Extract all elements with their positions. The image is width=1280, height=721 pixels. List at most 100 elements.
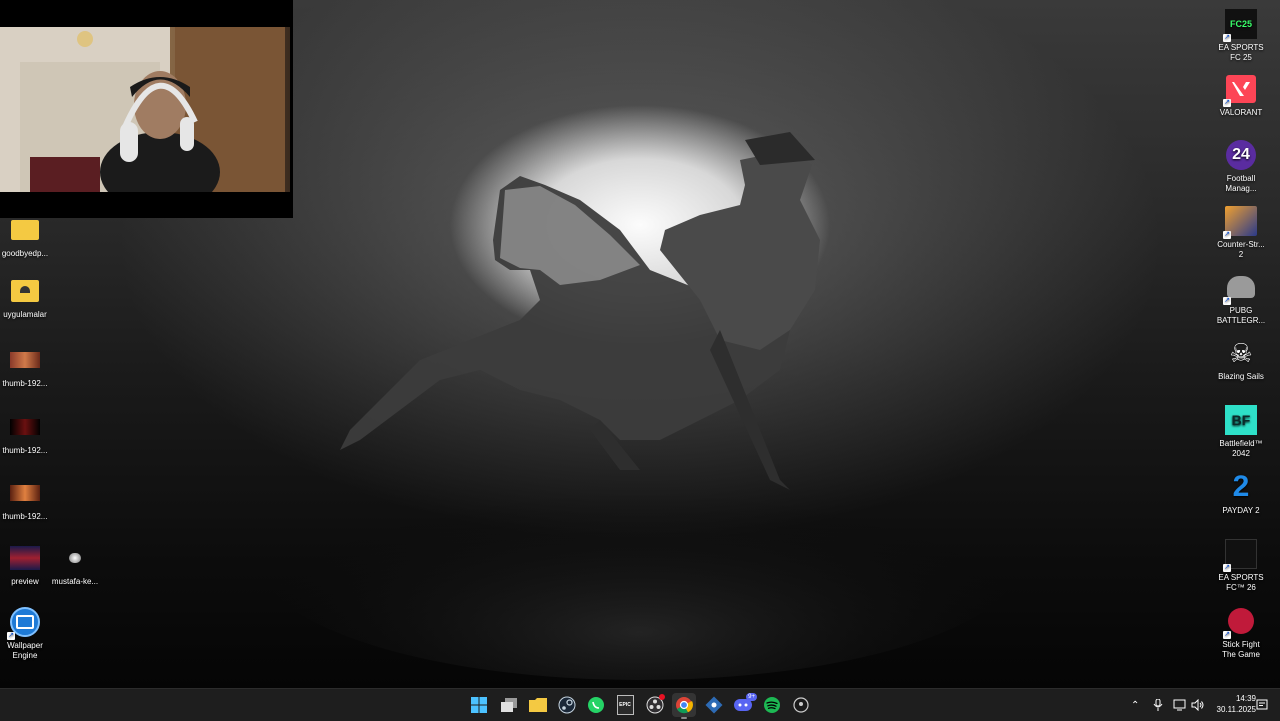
chrome-icon xyxy=(676,697,693,714)
desktop-icon-label: Blazing Sails xyxy=(1218,372,1264,381)
desktop-icon-ea-fc25[interactable]: FC25 ↗ EA SPORTS FC 25 xyxy=(1210,8,1272,63)
epic-games-icon: EPIC xyxy=(616,695,634,715)
taskbar-discord[interactable]: 9+ xyxy=(731,693,757,717)
taskbar: EPIC 9+ ⌃ 14:39 30.11.2025 xyxy=(0,688,1280,721)
shortcut-arrow-icon: ↗ xyxy=(7,632,15,640)
taskbar-obs[interactable] xyxy=(643,693,667,717)
desktop-icon-label: PUBG BATTLEGR... xyxy=(1216,306,1266,325)
desktop-icon-label: Stick Fight The Game xyxy=(1222,640,1260,659)
battlefield-icon: BF xyxy=(1225,404,1257,436)
notification-badge: 9+ xyxy=(746,693,757,701)
desktop-icon-label: thumb-192... xyxy=(2,446,48,455)
tray-volume[interactable] xyxy=(1191,689,1205,721)
desktop-icon-stick-fight[interactable]: ↗ Stick Fight The Game xyxy=(1210,605,1272,660)
folder-icon xyxy=(529,698,547,712)
blazing-sails-icon: ☠ xyxy=(1229,338,1253,368)
image-thumbnail-icon xyxy=(9,411,41,443)
ea-fc26-icon: ↗ xyxy=(1223,538,1257,572)
valorant-icon: ↗ xyxy=(1223,73,1257,107)
desktop-icon-blazing-sails[interactable]: ☠ Blazing Sails xyxy=(1210,337,1272,382)
desktop-icon-football-manager[interactable]: 24 Football Manag... xyxy=(1210,139,1272,194)
webcam-video xyxy=(0,27,290,192)
desktop-icon-valorant[interactable]: ↗ VALORANT xyxy=(1210,73,1272,118)
shortcut-arrow-icon: ↗ xyxy=(1223,564,1231,572)
shortcut-arrow-icon: ↗ xyxy=(1223,631,1231,639)
counter-strike-icon: ↗ xyxy=(1223,205,1257,239)
desktop-icon-battlefield[interactable]: BF Battlefield™ 2042 xyxy=(1210,404,1272,459)
shortcut-arrow-icon: ↗ xyxy=(1223,34,1231,42)
desktop-icon-label: EA SPORTS FC™ 26 xyxy=(1218,573,1264,592)
taskbar-snipping[interactable] xyxy=(702,693,726,717)
desktop-icon-label: Counter-Str... 2 xyxy=(1217,240,1265,259)
desktop-icon-goodbyedp[interactable]: goodbyedp... xyxy=(0,214,56,259)
notification-center-button[interactable] xyxy=(1256,689,1268,721)
desktop-icon-ea-fc26[interactable]: ↗ EA SPORTS FC™ 26 xyxy=(1210,538,1272,593)
desktop-icon-label: VALORANT xyxy=(1219,108,1263,117)
taskbar-file-explorer[interactable] xyxy=(526,693,550,717)
desktop-icon-counter-strike[interactable]: ↗ Counter-Str... 2 xyxy=(1210,205,1272,260)
taskbar-spotify[interactable] xyxy=(760,693,784,717)
desktop-icon-payday[interactable]: 2 PAYDAY 2 xyxy=(1210,471,1272,516)
taskbar-clock[interactable]: 14:39 30.11.2025 xyxy=(1217,693,1256,715)
clock-time: 14:39 xyxy=(1235,694,1256,703)
pubg-icon: ↗ xyxy=(1223,271,1257,305)
desktop-icon-label: EA SPORTS FC 25 xyxy=(1218,43,1264,62)
image-thumbnail-icon xyxy=(9,344,41,376)
speaker-icon xyxy=(1191,699,1204,711)
taskbar-epic-games[interactable]: EPIC xyxy=(613,693,637,717)
ea-fc25-icon: FC25 ↗ xyxy=(1223,8,1257,42)
desktop-icon-pubg[interactable]: ↗ PUBG BATTLEGR... xyxy=(1210,271,1272,326)
task-view-button[interactable] xyxy=(497,693,521,717)
webcam-overlay xyxy=(0,0,293,218)
start-button[interactable] xyxy=(467,693,491,717)
desktop-icon-label: Football Manag... xyxy=(1225,174,1257,193)
taskbar-steam[interactable] xyxy=(555,693,579,717)
payday-icon: 2 xyxy=(1232,470,1250,503)
shortcut-arrow-icon: ↗ xyxy=(1223,297,1231,305)
wallpaper-engine-icon: ↗ xyxy=(7,606,41,640)
active-indicator xyxy=(681,717,687,719)
whatsapp-icon xyxy=(588,697,604,713)
desktop-icon-label: goodbyedp... xyxy=(1,249,49,258)
snip-icon xyxy=(705,696,723,714)
folder-icon xyxy=(9,275,41,307)
image-thumbnail-icon xyxy=(9,477,41,509)
desktop-icon-thumb-1[interactable]: thumb-192... xyxy=(0,344,56,389)
desktop-icon-uygulamalar[interactable]: uygulamalar xyxy=(0,275,56,320)
desktop-icon-thumb-2[interactable]: thumb-192... xyxy=(0,411,56,456)
notification-dot xyxy=(659,694,665,700)
tray-overflow-button[interactable]: ⌃ xyxy=(1131,689,1139,721)
task-view-icon xyxy=(501,698,517,712)
network-icon xyxy=(1173,699,1186,711)
chevron-up-icon: ⌃ xyxy=(1131,699,1140,711)
spotify-icon xyxy=(764,697,780,713)
desktop-icon-thumb-3[interactable]: thumb-192... xyxy=(0,477,56,522)
image-thumbnail-icon xyxy=(9,542,41,574)
shortcut-arrow-icon: ↗ xyxy=(1223,231,1231,239)
football-manager-icon: 24 xyxy=(1225,139,1257,171)
taskbar-whatsapp[interactable] xyxy=(584,693,608,717)
desktop-icon-label: uygulamalar xyxy=(3,310,47,319)
folder-icon xyxy=(9,214,41,246)
desktop-icon-wallpaper-engine[interactable]: ↗ Wallpaper Engine xyxy=(0,606,56,661)
notification-bell-icon xyxy=(1256,699,1268,710)
shortcut-arrow-icon: ↗ xyxy=(1223,99,1231,107)
windows-start-icon xyxy=(471,697,487,713)
map-pin-icon xyxy=(793,697,809,713)
desktop-icon-label: thumb-192... xyxy=(2,512,48,521)
desktop-icon-label: Battlefield™ 2042 xyxy=(1219,439,1263,458)
tray-network[interactable] xyxy=(1173,689,1187,721)
stick-fight-icon: ↗ xyxy=(1223,605,1257,639)
taskbar-chrome[interactable] xyxy=(672,693,696,719)
microphone-icon xyxy=(1153,699,1163,711)
desktop-icon-label: PAYDAY 2 xyxy=(1222,506,1260,515)
desktop-icon-label: mustafa-ke... xyxy=(51,577,99,586)
clock-date: 30.11.2025 xyxy=(1216,705,1256,714)
desktop-icon-mustafa[interactable]: mustafa-ke... xyxy=(44,542,106,587)
image-thumbnail-icon xyxy=(59,542,91,574)
desktop-icon-label: thumb-192... xyxy=(2,379,48,388)
desktop-icon-label: Wallpaper Engine xyxy=(7,641,43,660)
tray-microphone[interactable] xyxy=(1153,689,1163,721)
steam-icon xyxy=(558,696,576,714)
taskbar-location[interactable] xyxy=(789,693,813,717)
